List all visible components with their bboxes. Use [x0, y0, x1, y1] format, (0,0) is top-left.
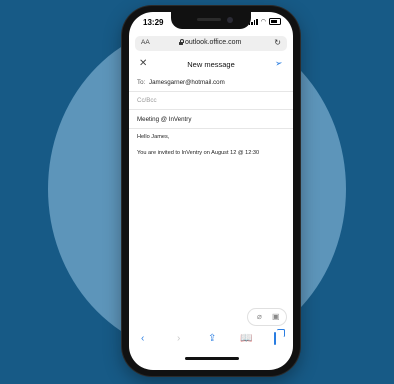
attachment-controls: ⌀ ▣ — [247, 308, 287, 326]
reload-icon[interactable]: ↻ — [274, 38, 281, 47]
forward-icon[interactable]: › — [177, 334, 180, 344]
subject-field[interactable]: Meeting @ InVentry — [129, 111, 293, 129]
wifi-icon: ◠ — [260, 18, 266, 25]
speaker — [197, 18, 221, 21]
send-icon[interactable]: ➢ — [275, 57, 284, 69]
compose-header: ✕ New message ➢ — [129, 56, 293, 74]
back-icon[interactable]: ‹ — [141, 334, 144, 344]
notch — [171, 12, 251, 29]
battery-icon — [269, 18, 281, 25]
home-indicator[interactable] — [185, 357, 239, 360]
lock-icon — [179, 39, 184, 45]
url-display[interactable]: outlook.office.com — [179, 39, 241, 46]
camera — [227, 17, 233, 23]
status-time: 13:29 — [143, 18, 164, 27]
tabs-icon[interactable] — [274, 332, 276, 345]
url-text: outlook.office.com — [185, 39, 242, 46]
message-text: You are invited to InVentry on August 12… — [137, 150, 260, 156]
phone-frame: 13:29 ◠ AA outlook.office.com ↻ ✕ New me… — [122, 6, 300, 376]
message-body[interactable]: Hello James, You are invited to InVentry… — [137, 134, 287, 157]
to-label: To: — [137, 79, 146, 86]
status-icons: ◠ — [248, 18, 281, 25]
subject-text: Meeting @ InVentry — [137, 116, 192, 123]
cc-bcc-placeholder: Cc/Bcc — [137, 97, 157, 104]
message-greeting: Hello James, — [137, 134, 170, 140]
bookmarks-icon[interactable]: 📖 — [240, 334, 252, 344]
paperclip-icon[interactable]: ⌀ — [257, 312, 262, 321]
phone-screen: 13:29 ◠ AA outlook.office.com ↻ ✕ New me… — [129, 12, 293, 370]
address-bar[interactable]: AA outlook.office.com ↻ — [135, 36, 287, 51]
image-icon[interactable]: ▣ — [272, 312, 280, 321]
text-size-button[interactable]: AA — [141, 39, 150, 46]
to-field[interactable]: To: Jamesgarner@hotmail.com — [129, 74, 293, 92]
browser-toolbar: ‹ › ⇪ 📖 — [129, 330, 293, 350]
cc-bcc-field[interactable]: Cc/Bcc — [129, 92, 293, 110]
share-icon[interactable]: ⇪ — [208, 334, 216, 344]
compose-title: New message — [187, 60, 235, 69]
to-recipient[interactable]: Jamesgarner@hotmail.com — [149, 79, 225, 86]
